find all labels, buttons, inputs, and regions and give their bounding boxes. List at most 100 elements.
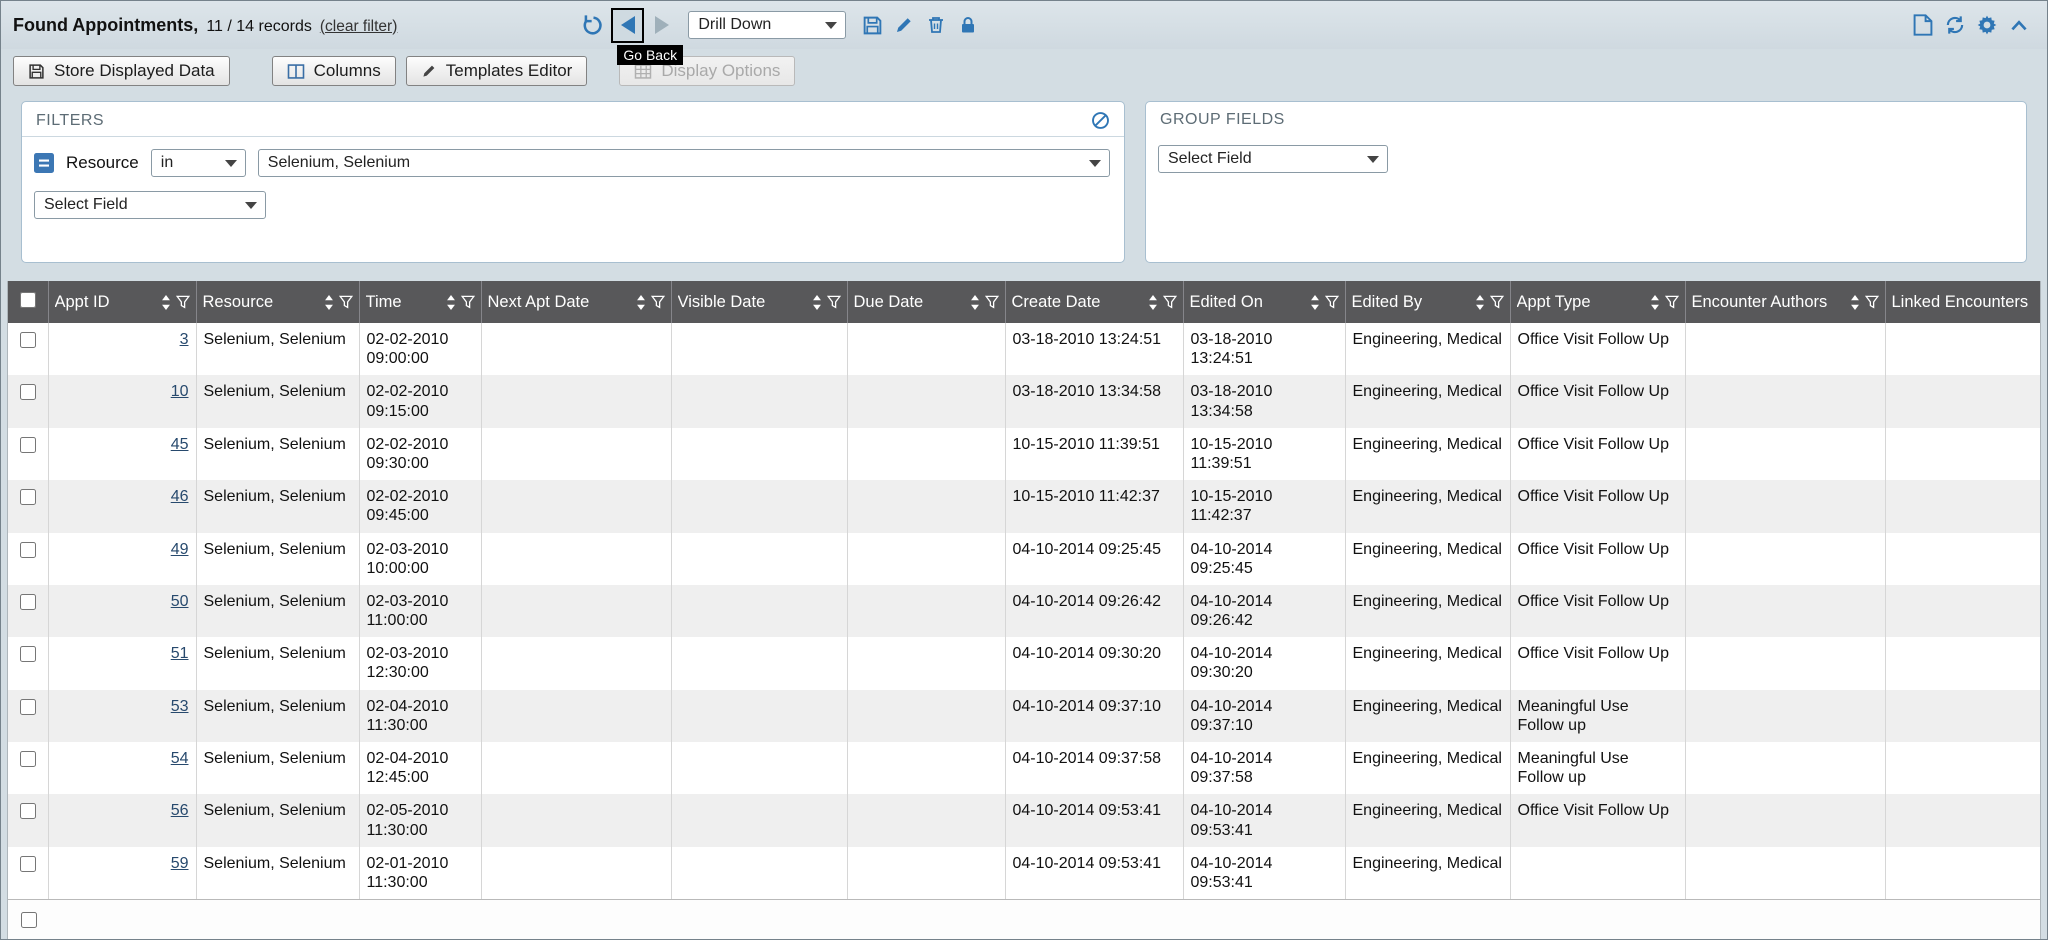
undo-button[interactable]	[577, 9, 609, 41]
group-field-select[interactable]: Select Field	[1158, 145, 1388, 173]
chevron-down-icon	[1367, 156, 1379, 163]
filter-funnel-icon[interactable]	[1163, 295, 1177, 309]
cell-edited-on: 04-10-2014 09:37:10	[1183, 690, 1345, 742]
appt-id-link[interactable]: 46	[171, 488, 189, 505]
appt-id-link[interactable]: 59	[171, 855, 189, 872]
cell-visible-date	[671, 480, 847, 532]
sort-icon[interactable]	[446, 295, 456, 310]
row-checkbox[interactable]	[20, 489, 36, 505]
appt-id-link[interactable]: 50	[171, 593, 189, 610]
cell-resource: Selenium, Selenium	[196, 375, 359, 427]
filter-operator-select[interactable]: in	[151, 149, 246, 177]
filter-funnel-icon[interactable]	[339, 295, 353, 309]
row-checkbox[interactable]	[20, 803, 36, 819]
select-all-checkbox[interactable]	[20, 292, 36, 308]
filters-title: FILTERS	[36, 112, 104, 130]
sort-icon[interactable]	[1475, 295, 1485, 310]
row-checkbox[interactable]	[20, 699, 36, 715]
go-back-tooltip: Go Back	[617, 45, 683, 65]
filter-funnel-icon[interactable]	[827, 295, 841, 309]
go-forward-button[interactable]	[646, 9, 678, 41]
clear-filters-button[interactable]	[1091, 111, 1110, 130]
column-header[interactable]: Edited By	[1345, 281, 1510, 323]
add-filter-row: Select Field	[22, 177, 1124, 219]
add-filter-field-select[interactable]: Select Field	[34, 191, 266, 219]
filter-funnel-icon[interactable]	[176, 295, 190, 309]
clear-filter-link[interactable]: (clear filter)	[320, 18, 398, 36]
sort-icon[interactable]	[636, 295, 646, 310]
chevron-up-icon	[2010, 20, 2028, 31]
sort-icon[interactable]	[161, 295, 171, 310]
footer-checkbox[interactable]	[21, 912, 37, 928]
appt-id-link[interactable]: 10	[171, 383, 189, 400]
row-checkbox[interactable]	[20, 384, 36, 400]
filter-funnel-icon[interactable]	[1490, 295, 1504, 309]
edit-button[interactable]	[888, 9, 920, 41]
row-checkbox[interactable]	[20, 856, 36, 872]
filter-handle-icon[interactable]	[34, 153, 54, 173]
filter-value-select[interactable]: Selenium, Selenium	[258, 149, 1110, 177]
sort-icon[interactable]	[1650, 295, 1660, 310]
cell-select	[8, 323, 48, 375]
column-header[interactable]: Encounter Authors	[1685, 281, 1885, 323]
row-checkbox[interactable]	[20, 437, 36, 453]
templates-editor-button[interactable]: Templates Editor	[406, 56, 588, 86]
collapse-button[interactable]	[2003, 9, 2035, 41]
drill-down-select[interactable]: Drill Down	[688, 11, 846, 39]
appt-id-link[interactable]: 53	[171, 698, 189, 715]
column-header[interactable]: Time	[359, 281, 481, 323]
cell-create-date: 04-10-2014 09:25:45	[1005, 533, 1183, 585]
cell-appt-id: 3	[48, 323, 196, 375]
column-header[interactable]: Visible Date	[671, 281, 847, 323]
lock-button[interactable]	[952, 9, 984, 41]
go-back-wrapper: Go Back	[611, 8, 644, 43]
appt-id-link[interactable]: 51	[171, 645, 189, 662]
column-label: Visible Date	[678, 293, 766, 312]
columns-button[interactable]: Columns	[272, 56, 396, 86]
row-checkbox[interactable]	[20, 594, 36, 610]
filter-funnel-icon[interactable]	[651, 295, 665, 309]
save-view-button[interactable]	[856, 9, 888, 41]
document-button[interactable]	[1907, 9, 1939, 41]
column-header[interactable]: Appt ID	[48, 281, 196, 323]
filter-funnel-icon[interactable]	[1665, 295, 1679, 309]
refresh-icon	[1944, 14, 1966, 36]
go-back-button[interactable]	[611, 8, 644, 43]
sort-icon[interactable]	[812, 295, 822, 310]
row-checkbox[interactable]	[20, 751, 36, 767]
column-header[interactable]: Appt Type	[1510, 281, 1685, 323]
sort-icon[interactable]	[324, 295, 334, 310]
table-body: 3 Selenium, Selenium 02-02-2010 09:00:00…	[8, 323, 2040, 899]
sort-icon[interactable]	[1148, 295, 1158, 310]
cell-linked-encounters	[1885, 847, 2040, 899]
sort-icon[interactable]	[970, 295, 980, 310]
filters-panel-header: FILTERS	[22, 102, 1124, 137]
column-header[interactable]: Due Date	[847, 281, 1005, 323]
appt-id-link[interactable]: 54	[171, 750, 189, 767]
appt-id-link[interactable]: 45	[171, 436, 189, 453]
filter-funnel-icon[interactable]	[1865, 295, 1879, 309]
row-checkbox[interactable]	[20, 542, 36, 558]
column-header[interactable]: Resource	[196, 281, 359, 323]
settings-button[interactable]	[1971, 9, 2003, 41]
row-checkbox[interactable]	[20, 646, 36, 662]
filter-funnel-icon[interactable]	[985, 295, 999, 309]
store-displayed-data-button[interactable]: Store Displayed Data	[13, 56, 230, 86]
column-header[interactable]: Linked Encounters	[1885, 281, 2040, 323]
filter-funnel-icon[interactable]	[1325, 295, 1339, 309]
sort-icon[interactable]	[1850, 295, 1860, 310]
refresh-button[interactable]	[1939, 9, 1971, 41]
column-header[interactable]: Next Apt Date	[481, 281, 671, 323]
sort-icon[interactable]	[1310, 295, 1320, 310]
appt-id-link[interactable]: 56	[171, 802, 189, 819]
row-checkbox[interactable]	[20, 332, 36, 348]
cell-resource: Selenium, Selenium	[196, 847, 359, 899]
appt-id-link[interactable]: 3	[180, 331, 189, 348]
cell-create-date: 04-10-2014 09:37:58	[1005, 742, 1183, 794]
delete-button[interactable]	[920, 9, 952, 41]
cell-next-apt-date	[481, 794, 671, 846]
filter-funnel-icon[interactable]	[461, 295, 475, 309]
column-header[interactable]: Edited On	[1183, 281, 1345, 323]
appt-id-link[interactable]: 49	[171, 541, 189, 558]
column-header[interactable]: Create Date	[1005, 281, 1183, 323]
